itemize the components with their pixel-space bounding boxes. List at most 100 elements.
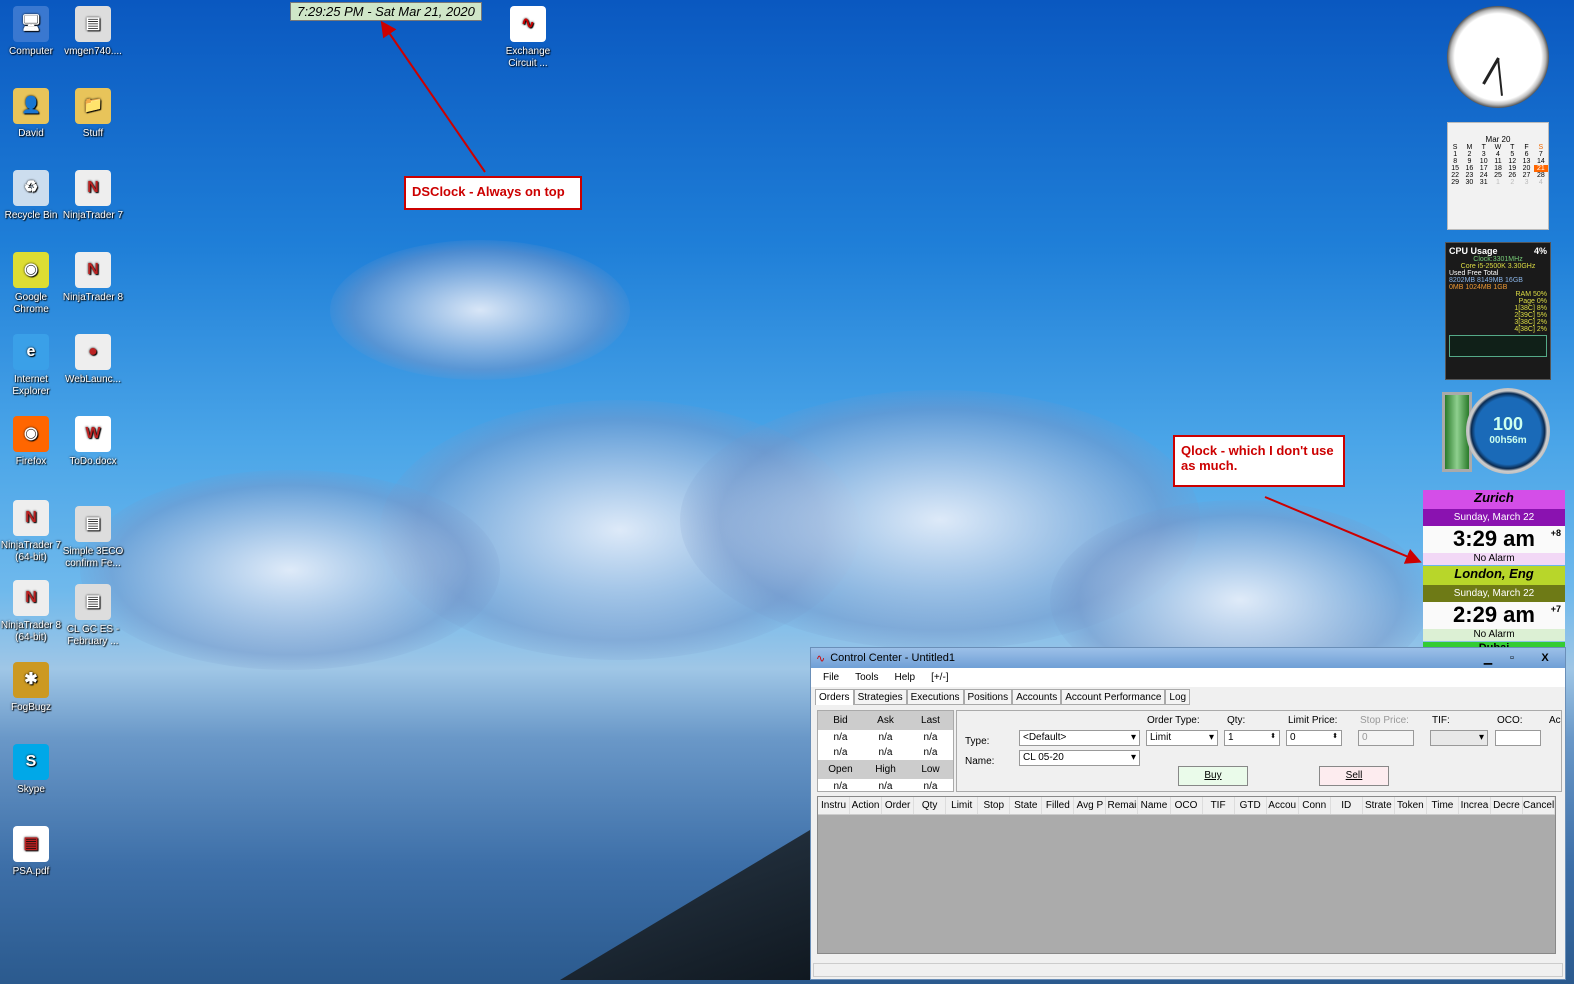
calendar-day: 14 <box>1536 158 1545 165</box>
column-header[interactable]: GTD <box>1235 797 1267 814</box>
quote-cell: n/a <box>923 732 938 743</box>
column-header[interactable]: Stop <box>978 797 1011 814</box>
column-header[interactable]: Order <box>882 797 915 814</box>
column-header[interactable]: Accou <box>1267 797 1299 814</box>
desktop-icon[interactable]: 🖥 Computer <box>0 6 62 58</box>
close-button[interactable]: X <box>1525 652 1565 665</box>
tif-dropdown[interactable]: ▾ <box>1430 730 1488 746</box>
calendar-day: 1 <box>1496 179 1500 186</box>
tab[interactable]: Strategies <box>853 689 907 705</box>
quote-cell: n/a <box>878 781 893 792</box>
calendar-day: 8 <box>1453 158 1458 165</box>
desktop-icon[interactable]: S Skype <box>0 744 62 796</box>
desktop-icon[interactable]: N NinjaTrader 7 <box>62 170 124 222</box>
desktop-icon[interactable]: ▤ PSA.pdf <box>0 826 62 878</box>
tab[interactable]: Account Performance <box>1061 689 1166 705</box>
calendar-day: 29 <box>1451 179 1460 186</box>
column-header[interactable]: Action <box>850 797 883 814</box>
maximize-button[interactable]: ▫ <box>1501 652 1523 665</box>
menu-item[interactable]: Tools <box>855 672 878 683</box>
title-bar[interactable]: ∿ Control Center - Untitled1 ▁ ▫ X <box>811 648 1565 668</box>
calendar-day: 30 <box>1465 179 1474 186</box>
buy-button[interactable]: Buy <box>1178 766 1248 786</box>
menu-item[interactable]: Help <box>894 672 915 683</box>
desktop-icon[interactable]: ▤ Simple 3ECO confirm Fe... <box>62 506 124 570</box>
column-header[interactable]: Cancel <box>1523 797 1556 814</box>
tab[interactable]: Log <box>1165 689 1191 705</box>
desktop-icon[interactable]: ▤ CL GC ES - February ... <box>62 584 124 648</box>
tab[interactable]: Orders <box>815 689 854 705</box>
calendar-day: 10 <box>1479 158 1488 165</box>
tab[interactable]: Accounts <box>1012 689 1062 705</box>
app-icon: ▤ <box>75 506 111 542</box>
menu-item[interactable]: [+/-] <box>931 672 949 683</box>
column-header[interactable]: Time <box>1427 797 1459 814</box>
desktop-icon[interactable]: e Internet Explorer <box>0 334 62 398</box>
quote-cell: n/a <box>923 747 938 758</box>
desktop-icon[interactable]: N NinjaTrader 8 (64-bit) <box>0 580 62 644</box>
tab[interactable]: Executions <box>906 689 964 705</box>
column-header[interactable]: Qty <box>914 797 947 814</box>
column-header[interactable]: Limit <box>946 797 979 814</box>
app-icon: ● <box>75 334 111 370</box>
calendar-day: 7 <box>1538 151 1543 158</box>
column-header[interactable]: Conn <box>1299 797 1331 814</box>
column-header[interactable]: Name <box>1138 797 1171 814</box>
control-center-window: ∿ Control Center - Untitled1 ▁ ▫ X File Tool… <box>810 647 1566 980</box>
orders-grid[interactable]: Instru Action Order Qty Limit Stop State Filled… <box>817 796 1556 954</box>
tab[interactable]: Positions <box>963 689 1013 705</box>
desktop-icon[interactable]: ● WebLaunc... <box>62 334 124 386</box>
calendar-day: 16 <box>1465 165 1474 172</box>
stop-price-input: 0 <box>1358 730 1414 746</box>
column-header[interactable]: Increa <box>1459 797 1491 814</box>
sell-button[interactable]: Sell <box>1319 766 1389 786</box>
minimize-button[interactable]: ▁ <box>1477 652 1499 665</box>
type-dropdown[interactable]: <Default> ▾ <box>1019 730 1140 746</box>
column-header[interactable]: Avg P <box>1074 797 1107 814</box>
column-header[interactable]: TIF <box>1203 797 1235 814</box>
qlock-zurich: Zurich Sunday, March 22 3:29 am +8 No Ala… <box>1423 490 1565 565</box>
limit-price-input[interactable]: 0 ⬍ <box>1286 730 1342 746</box>
desktop-icon[interactable]: ◉ Google Chrome <box>0 252 62 316</box>
column-header[interactable]: Filled <box>1042 797 1075 814</box>
name-dropdown[interactable]: CL 05-20 ▾ <box>1019 750 1140 766</box>
quote-cell: Open <box>818 760 863 779</box>
app-icon: ▤ <box>13 826 49 862</box>
desktop-icon[interactable]: ♻ Recycle Bin <box>0 170 62 222</box>
desktop-icon[interactable]: W ToDo.docx <box>62 416 124 468</box>
column-header[interactable]: Decre <box>1491 797 1524 814</box>
column-header[interactable]: OCO <box>1171 797 1203 814</box>
desktop-icon[interactable]: 📁 Stuff <box>62 88 124 140</box>
desktop-icon[interactable]: ▤ vmgen740.... <box>62 6 124 58</box>
app-icon: N <box>13 500 49 536</box>
column-header[interactable]: Instru <box>818 797 851 814</box>
calendar-day: 6 <box>1524 151 1529 158</box>
column-header[interactable]: State <box>1010 797 1043 814</box>
app-icon: N <box>75 252 111 288</box>
app-icon: ▤ <box>75 6 111 42</box>
desktop-icon[interactable]: ✱ FogBugz <box>0 662 62 714</box>
column-header[interactable]: Remai <box>1106 797 1139 814</box>
desktop-icon[interactable]: N NinjaTrader 8 <box>62 252 124 304</box>
quote-cell: n/a <box>833 747 848 758</box>
quote-cell: n/a <box>923 781 938 792</box>
calendar-day: 31 <box>1479 179 1488 186</box>
calendar-day: 9 <box>1467 158 1472 165</box>
qty-input[interactable]: 1 ⬍ <box>1224 730 1280 746</box>
calendar-gadget: Mar 20 S M T W T F S 1 2 3 4 5 6 7 8 9 10 11 12 13 14 15 16 17 1… <box>1447 122 1549 230</box>
calendar-day: 22 <box>1451 172 1460 179</box>
app-icon: 👤 <box>13 88 49 124</box>
desktop-icon[interactable]: ◉ Firefox <box>0 416 62 468</box>
desktop-icon[interactable]: 👤 David <box>0 88 62 140</box>
column-header[interactable]: Token <box>1395 797 1427 814</box>
quote-cell: n/a <box>833 732 848 743</box>
desktop-icon[interactable]: N NinjaTrader 7 (64-bit) <box>0 500 62 564</box>
menu-bar: File Tools Help [+/-] <box>811 668 1565 687</box>
column-header[interactable]: ID <box>1331 797 1363 814</box>
column-header[interactable]: Strate <box>1363 797 1395 814</box>
quote-cell: Ask <box>863 711 908 730</box>
oco-input[interactable] <box>1495 730 1541 746</box>
menu-item[interactable]: File <box>823 672 839 683</box>
order-type-dropdown[interactable]: Limit ▾ <box>1146 730 1218 746</box>
quote-cell: n/a <box>833 781 848 792</box>
